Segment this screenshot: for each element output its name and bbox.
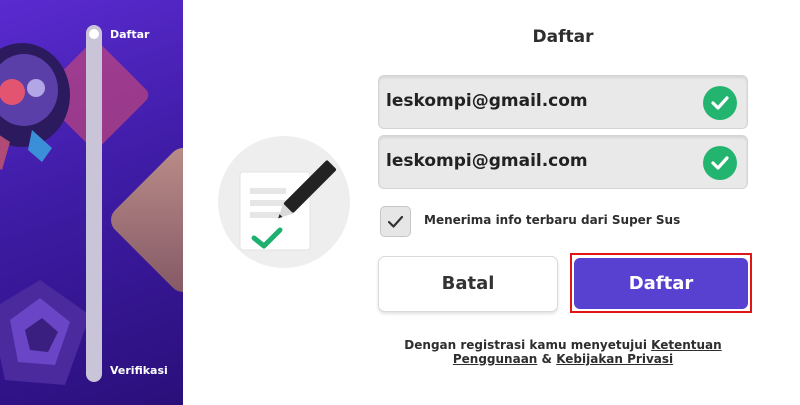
valid-check-icon (703, 146, 737, 180)
newsletter-checkbox[interactable] (380, 206, 411, 237)
astronaut-illustration (0, 43, 70, 170)
terms-and: & (541, 352, 552, 366)
privacy-policy-link[interactable]: Kebijakan Privasi (556, 352, 673, 366)
progress-indicator (89, 29, 99, 39)
progress-track (86, 25, 102, 382)
checkmark-icon (387, 215, 404, 228)
step-label-verifikasi: Verifikasi (110, 364, 168, 377)
terms-notice: Dengan registrasi kamu menyetujui Ketent… (378, 338, 748, 366)
newsletter-label: Menerima info terbaru dari Super Sus (424, 213, 681, 227)
submit-button[interactable]: Daftar (574, 258, 748, 309)
valid-check-icon (703, 86, 737, 120)
decorative-shape (105, 142, 183, 298)
email-field-value: leskompi@gmail.com (386, 91, 588, 111)
email-confirm-field[interactable]: leskompi@gmail.com (378, 135, 748, 189)
signup-illustration (218, 136, 350, 268)
terms-prefix: Dengan registrasi kamu menyetujui (404, 338, 647, 352)
registration-sidebar: Daftar Verifikasi (0, 0, 183, 405)
page-title: Daftar (532, 27, 594, 47)
email-confirm-field-value: leskompi@gmail.com (386, 151, 588, 171)
cancel-button[interactable]: Batal (378, 256, 558, 312)
step-label-daftar: Daftar (110, 28, 150, 41)
email-field[interactable]: leskompi@gmail.com (378, 75, 748, 129)
